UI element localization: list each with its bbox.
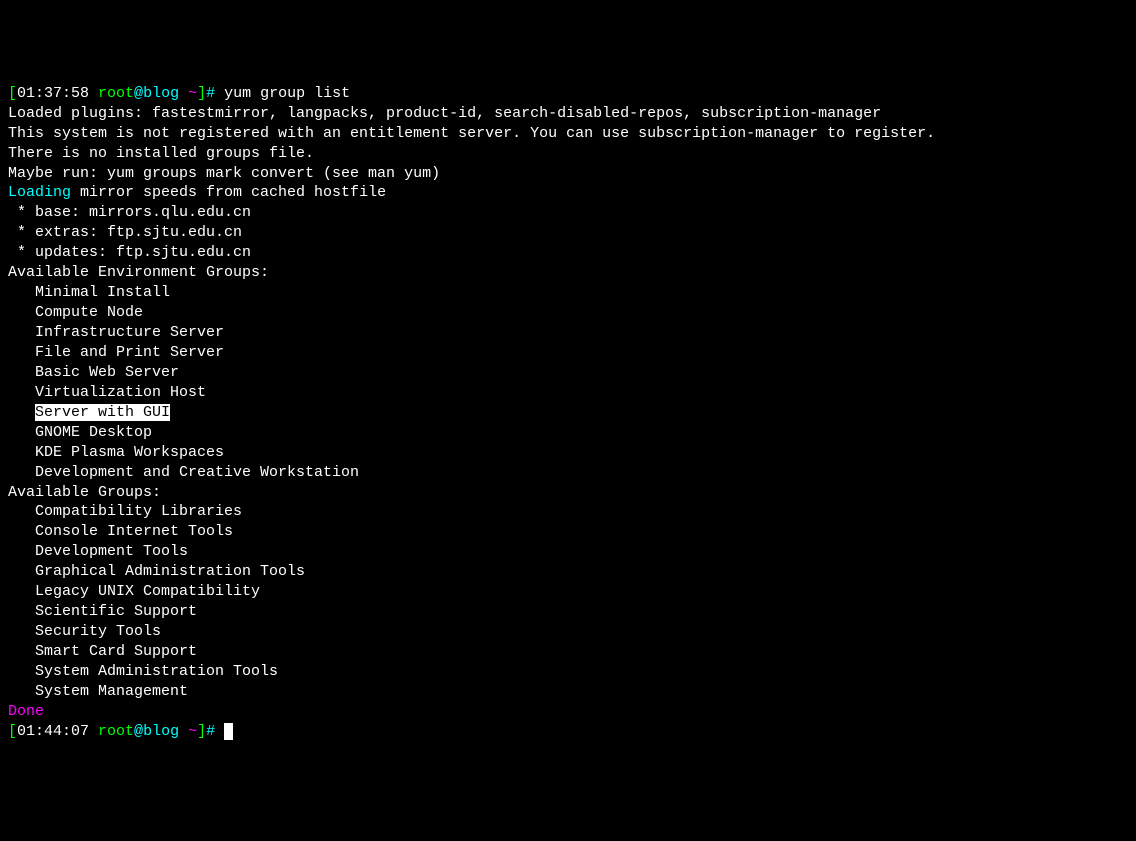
prompt-tilde: ~	[188, 723, 197, 740]
avail-group-item: Scientific Support	[8, 602, 1128, 622]
mirror-line: * extras: ftp.sjtu.edu.cn	[8, 223, 1128, 243]
avail-group-item: Compatibility Libraries	[8, 502, 1128, 522]
prompt-hash: #	[206, 723, 224, 740]
bracket-open: [	[8, 723, 17, 740]
prompt-at: @	[134, 723, 143, 740]
avail-groups-header: Available Groups:	[8, 483, 1128, 503]
avail-group-item: Legacy UNIX Compatibility	[8, 582, 1128, 602]
output-line: Loading mirror speeds from cached hostfi…	[8, 183, 1128, 203]
prompt-host: blog	[143, 85, 188, 102]
mirror-line: * base: mirrors.qlu.edu.cn	[8, 203, 1128, 223]
prompt-line-1: [01:37:58 root@blog ~]# yum group list	[8, 84, 1128, 104]
avail-group-item: Console Internet Tools	[8, 522, 1128, 542]
avail-group-item: Security Tools	[8, 622, 1128, 642]
prompt-user: root	[89, 85, 134, 102]
avail-group-item: Smart Card Support	[8, 642, 1128, 662]
avail-group-item: System Management	[8, 682, 1128, 702]
loading-word: Loading	[8, 184, 71, 201]
loading-rest: mirror speeds from cached hostfile	[71, 184, 386, 201]
prompt-hash: #	[206, 85, 224, 102]
output-line: There is no installed groups file.	[8, 144, 1128, 164]
env-group-item: Virtualization Host	[8, 383, 1128, 403]
prompt-time: 01:44:07	[17, 723, 89, 740]
env-group-item: KDE Plasma Workspaces	[8, 443, 1128, 463]
env-group-item: Minimal Install	[8, 283, 1128, 303]
prompt-time: 01:37:58	[17, 85, 89, 102]
output-line: This system is not registered with an en…	[8, 124, 1128, 144]
env-group-item: Basic Web Server	[8, 363, 1128, 383]
prompt-user: root	[89, 723, 134, 740]
env-group-item-highlighted: Server with GUI	[8, 403, 1128, 423]
env-group-item: Infrastructure Server	[8, 323, 1128, 343]
avail-group-item: Development Tools	[8, 542, 1128, 562]
prompt-at: @	[134, 85, 143, 102]
mirror-line: * updates: ftp.sjtu.edu.cn	[8, 243, 1128, 263]
bracket-close: ]	[197, 85, 206, 102]
prompt-tilde: ~	[188, 85, 197, 102]
prompt-line-2[interactable]: [01:44:07 root@blog ~]#	[8, 722, 1128, 742]
bracket-close: ]	[197, 723, 206, 740]
env-group-item: Development and Creative Workstation	[8, 463, 1128, 483]
output-line: Loaded plugins: fastestmirror, langpacks…	[8, 104, 1128, 124]
avail-group-item: System Administration Tools	[8, 662, 1128, 682]
env-group-item: GNOME Desktop	[8, 423, 1128, 443]
command-text: yum group list	[224, 85, 350, 102]
avail-group-item: Graphical Administration Tools	[8, 562, 1128, 582]
prompt-host: blog	[143, 723, 188, 740]
env-group-item: Compute Node	[8, 303, 1128, 323]
env-group-item: File and Print Server	[8, 343, 1128, 363]
terminal-output[interactable]: [01:37:58 root@blog ~]# yum group listLo…	[8, 84, 1128, 742]
output-line: Maybe run: yum groups mark convert (see …	[8, 164, 1128, 184]
cursor-icon	[224, 723, 233, 740]
env-groups-header: Available Environment Groups:	[8, 263, 1128, 283]
done-line: Done	[8, 702, 1128, 722]
highlighted-text: Server with GUI	[35, 404, 170, 421]
bracket-open: [	[8, 85, 17, 102]
